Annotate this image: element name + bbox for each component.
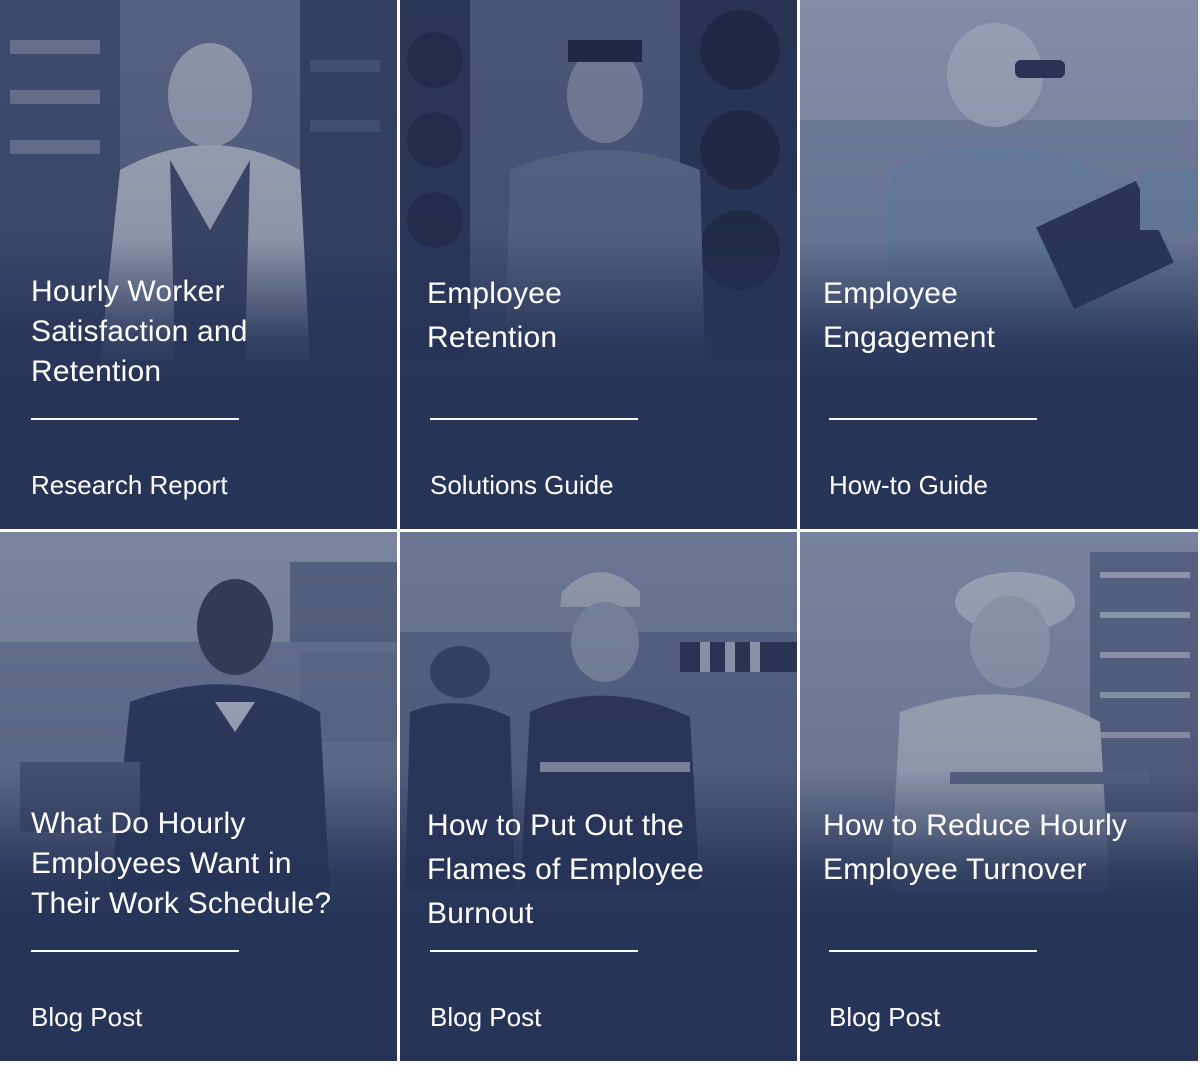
card-title[interactable]: How to Reduce Hourly Employee Turnover xyxy=(823,804,1170,892)
card-content-type: Blog Post xyxy=(430,1002,542,1032)
card-title-line: How to Reduce Hourly xyxy=(823,809,1128,842)
card-title[interactable]: Employee Retention xyxy=(427,272,769,360)
card-title-line: Employee xyxy=(427,277,563,310)
card-title-line: Hourly Worker xyxy=(31,275,225,308)
card-title-line: Burnout xyxy=(427,897,534,930)
card-divider xyxy=(31,950,239,952)
card-content-type: How-to Guide xyxy=(829,470,988,500)
card-divider xyxy=(430,950,638,952)
resource-card-hourly-worker-satisfaction[interactable]: Hourly Worker Satisfaction and Retention… xyxy=(0,0,397,529)
card-title-line: Employee Turnover xyxy=(823,853,1087,886)
card-title-line: Employees Want in xyxy=(31,847,292,880)
card-content: Employee Retention Solutions Guide xyxy=(427,0,769,529)
card-divider xyxy=(430,418,638,420)
card-title-line: Retention xyxy=(427,321,558,354)
card-content: How to Reduce Hourly Employee Turnover B… xyxy=(823,532,1170,1061)
resource-card-employee-burnout[interactable]: How to Put Out the Flames of Employee Bu… xyxy=(400,532,797,1061)
card-title-line: What Do Hourly xyxy=(31,807,246,840)
card-title[interactable]: How to Put Out the Flames of Employee Bu… xyxy=(427,804,769,936)
card-title-line: Employee xyxy=(823,277,959,310)
card-content-type: Blog Post xyxy=(829,1002,941,1032)
card-title[interactable]: Hourly Worker Satisfaction and Retention xyxy=(31,272,369,392)
card-title-line: Engagement xyxy=(823,321,996,354)
card-content-type: Blog Post xyxy=(31,1002,143,1032)
card-content: What Do Hourly Employees Want in Their W… xyxy=(31,532,369,1061)
resource-card-employee-retention[interactable]: Employee Retention Solutions Guide xyxy=(400,0,797,529)
card-content-type: Research Report xyxy=(31,470,228,500)
card-divider xyxy=(829,418,1037,420)
card-content: Hourly Worker Satisfaction and Retention… xyxy=(31,0,369,529)
card-divider xyxy=(31,418,239,420)
card-title-line: Retention xyxy=(31,355,162,388)
card-content: How to Put Out the Flames of Employee Bu… xyxy=(427,532,769,1061)
resource-card-work-schedule[interactable]: What Do Hourly Employees Want in Their W… xyxy=(0,532,397,1061)
card-title[interactable]: Employee Engagement xyxy=(823,272,1170,360)
resource-card-reduce-turnover[interactable]: How to Reduce Hourly Employee Turnover B… xyxy=(800,532,1198,1061)
resource-card-employee-engagement[interactable]: Employee Engagement How-to Guide xyxy=(800,0,1198,529)
card-title-line: Flames of Employee xyxy=(427,853,705,886)
card-content: Employee Engagement How-to Guide xyxy=(823,0,1170,529)
resource-card-grid: Hourly Worker Satisfaction and Retention… xyxy=(0,0,1200,1066)
card-content-type: Solutions Guide xyxy=(430,470,614,500)
card-title-line: How to Put Out the xyxy=(427,809,685,842)
card-divider xyxy=(829,950,1037,952)
card-title-line: Satisfaction and xyxy=(31,315,248,348)
card-title-line: Their Work Schedule? xyxy=(31,887,332,920)
card-title[interactable]: What Do Hourly Employees Want in Their W… xyxy=(31,804,369,924)
